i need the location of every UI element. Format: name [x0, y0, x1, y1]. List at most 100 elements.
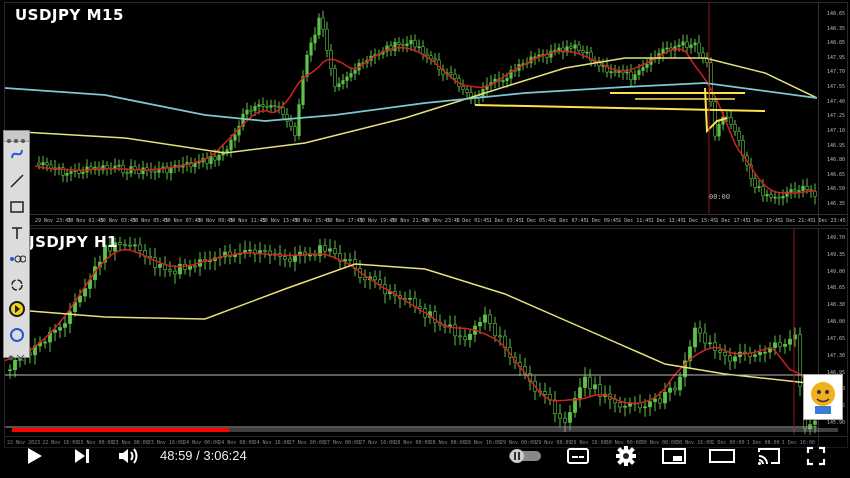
- price-tick: 148.00: [826, 319, 845, 326]
- candle-body: [488, 314, 492, 324]
- price-tick: 147.95: [826, 54, 845, 61]
- candle-body: [753, 178, 757, 188]
- candle-body: [733, 356, 737, 362]
- candle-body: [337, 83, 341, 88]
- candle-body: [645, 64, 649, 68]
- candle-body: [588, 376, 592, 390]
- miniplayer-button[interactable]: [662, 442, 686, 470]
- candle-body: [257, 104, 261, 107]
- cast-button[interactable]: [756, 442, 782, 470]
- candle-body: [701, 52, 705, 59]
- time-tick: 1 Dec 21:45: [780, 218, 814, 224]
- video-frame[interactable]: USDJPY M15 148.65 148.35 148.05 147.95 147.7…: [0, 0, 850, 478]
- curve-tool-icon[interactable]: [6, 144, 28, 164]
- candle-body: [765, 194, 769, 197]
- candle-body: [797, 190, 801, 192]
- circle-tool-icon[interactable]: [6, 325, 28, 345]
- candle-body: [293, 255, 297, 262]
- candle-body: [263, 250, 267, 252]
- price-tick: 149.70: [826, 235, 845, 241]
- candle-body: [569, 46, 573, 49]
- candle-body: [665, 47, 669, 50]
- candle-body: [281, 107, 285, 115]
- channel-avatar[interactable]: [803, 374, 843, 420]
- text-tool-icon[interactable]: [6, 223, 28, 243]
- candle-body: [708, 342, 712, 345]
- player-controls: 48:59 / 3:06:24: [0, 438, 850, 474]
- candle-body: [265, 105, 269, 108]
- time-tick: 1 Dec 17:45: [715, 218, 749, 224]
- time-tick: 30 Nov 11:45: [229, 218, 266, 224]
- candle-body: [763, 351, 767, 354]
- candle-body: [393, 42, 397, 51]
- candle-body: [637, 70, 641, 75]
- candle-body: [353, 69, 357, 74]
- chart-usdjpy-m15[interactable]: USDJPY M15 148.65 148.35 148.05 147.95 147.7…: [4, 2, 848, 226]
- rectangle-tool-icon[interactable]: [6, 197, 28, 217]
- play-icon: [28, 448, 42, 464]
- candle-body: [463, 336, 467, 340]
- candle-body: [313, 254, 317, 257]
- candle-body: [693, 327, 697, 348]
- settings-button[interactable]: [614, 442, 638, 470]
- candle-body: [317, 17, 321, 36]
- candle-body: [505, 77, 509, 81]
- theater-mode-button[interactable]: [708, 442, 736, 470]
- candle-body: [397, 42, 401, 45]
- cycle-tool-icon[interactable]: [6, 275, 28, 295]
- candle-body: [698, 327, 702, 334]
- volume-button[interactable]: [116, 442, 142, 470]
- candle-body: [69, 171, 73, 174]
- time-display: 48:59 / 3:06:24: [160, 448, 247, 463]
- fullscreen-icon: [806, 446, 826, 466]
- candle-body: [333, 68, 337, 88]
- candle-body: [125, 172, 129, 174]
- play-button[interactable]: [22, 442, 46, 470]
- candle-body: [213, 156, 217, 161]
- time-tick: 1 Dec 23:45: [812, 218, 846, 224]
- line-tool-icon[interactable]: [6, 171, 28, 191]
- candle-body: [45, 162, 49, 166]
- time-tick: 30 Nov 21:45: [391, 218, 428, 224]
- price-tick: 147.25: [826, 113, 845, 120]
- candle-body: [169, 167, 173, 174]
- candle-body: [623, 405, 627, 408]
- candle-body: [261, 104, 265, 107]
- candle-body: [138, 244, 142, 251]
- candle-body: [789, 189, 793, 193]
- annotation-line: [474, 104, 766, 112]
- candle-body: [283, 256, 287, 260]
- candle-body: [277, 106, 281, 108]
- candle-body: [773, 196, 777, 199]
- fullscreen-button[interactable]: [804, 442, 828, 470]
- candle-body: [501, 80, 505, 82]
- progress-bar[interactable]: [12, 428, 838, 432]
- candle-body: [761, 186, 765, 197]
- candle-body: [625, 71, 629, 74]
- time-tick: 1 Dec 01:45: [456, 218, 490, 224]
- candle-body: [673, 387, 677, 391]
- toolbar-header[interactable]: [4, 131, 29, 143]
- candle-body: [345, 76, 349, 81]
- time-tick: 1 Dec 11:45: [618, 218, 652, 224]
- next-button[interactable]: [70, 442, 94, 470]
- candle-body: [583, 376, 587, 388]
- candle-body: [449, 72, 453, 75]
- gear-icon: [616, 446, 636, 466]
- chart-usdjpy-h1[interactable]: JSDJPY H1 149.70 149.35 149.00 148.65 148.30…: [4, 228, 848, 448]
- subtitles-button[interactable]: [566, 442, 590, 470]
- candle-body: [153, 170, 157, 173]
- candle-body: [65, 173, 69, 176]
- candle-body: [63, 323, 67, 328]
- candle-body: [188, 265, 192, 270]
- candle-body: [425, 53, 429, 56]
- candle-body: [328, 248, 332, 252]
- candle-body: [458, 335, 462, 338]
- highlighter-tool-icon[interactable]: [6, 299, 28, 319]
- candle-body: [777, 196, 781, 199]
- autoplay-toggle[interactable]: [508, 442, 542, 470]
- path-tool-icon[interactable]: [6, 249, 28, 269]
- candle-body: [713, 101, 717, 137]
- price-tick: 146.65: [826, 171, 845, 178]
- candle-body: [498, 335, 502, 338]
